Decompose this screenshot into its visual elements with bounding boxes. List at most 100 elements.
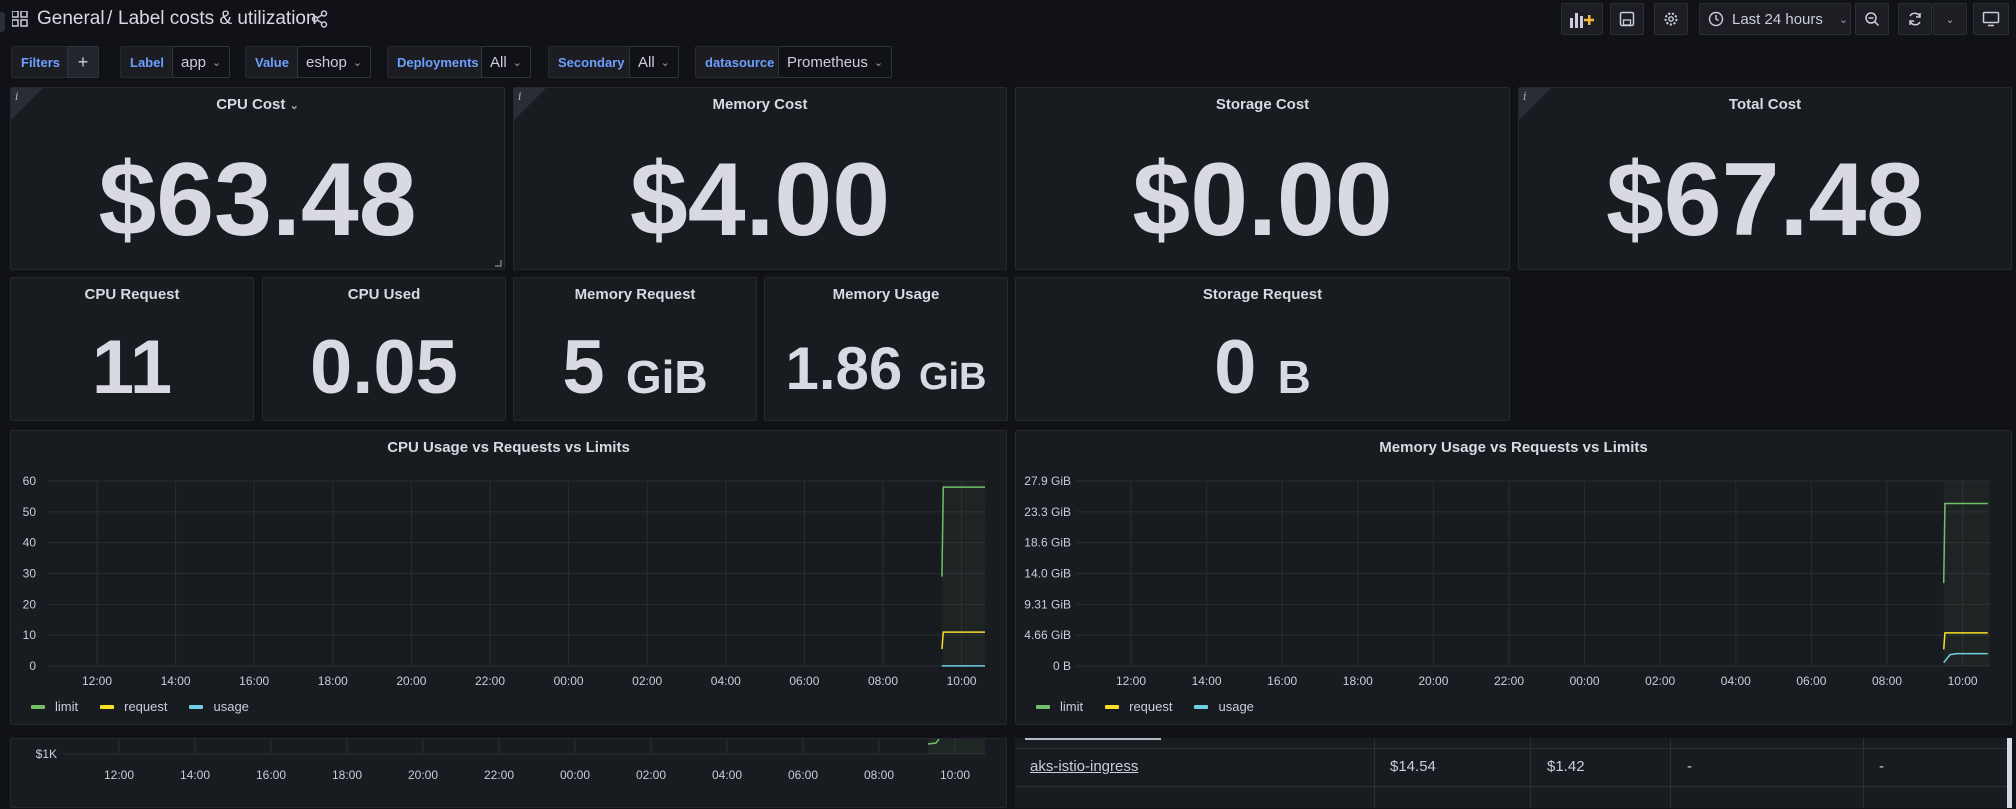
breadcrumb-folder[interactable]: General	[37, 8, 105, 30]
apps-grid-icon[interactable]	[12, 11, 28, 27]
legend-item-request[interactable]: request	[1105, 699, 1172, 714]
x-tick-label: 10:00	[1948, 674, 1978, 688]
x-tick-label: 04:00	[1721, 674, 1751, 688]
table-cell: -	[1687, 758, 1692, 775]
storage-cost-panel[interactable]: Storage Cost $0.00	[1015, 87, 1510, 270]
chart-legend: limit request usage	[31, 699, 249, 714]
variable-deployments-label: Deployments	[387, 46, 489, 78]
x-tick-label: 10:00	[940, 768, 970, 782]
panel-title[interactable]: Memory Request	[514, 286, 756, 303]
chart-fill-area	[1943, 481, 1990, 666]
legend-item-usage[interactable]: usage	[1194, 699, 1254, 714]
variable-deployments-select[interactable]: All ⌄	[481, 46, 531, 78]
monitor-icon	[1982, 11, 2000, 27]
refresh-button[interactable]	[1898, 3, 1932, 35]
legend-item-limit[interactable]: limit	[1036, 699, 1083, 714]
x-tick-label: 12:00	[82, 674, 112, 688]
panel-title[interactable]: Storage Cost	[1016, 96, 1509, 113]
dashboard-settings-button[interactable]	[1654, 3, 1688, 35]
sidebar-toggle[interactable]	[0, 12, 5, 32]
memory-usage-chart[interactable]: 0 B 4.66 GiB 9.31 GiB 14.0 GiB 18.6 GiB 23.3 …	[1016, 431, 2013, 726]
share-icon[interactable]	[311, 10, 329, 28]
memory-request-panel[interactable]: Memory Request 5 GiB	[513, 277, 757, 421]
cost-trend-chart[interactable]: $1K 12:00 14:00 16:00 18:00 20:00 22:00 00:00 02…	[11, 739, 1008, 809]
x-tick-label: 22:00	[475, 674, 505, 688]
memory-usage-chart-panel[interactable]: Memory Usage vs Requests vs Limits 0 B 4.…	[1015, 430, 2012, 725]
memory-cost-panel[interactable]: i Memory Cost $4.00	[513, 87, 1007, 270]
x-tick-label: 22:00	[484, 768, 514, 782]
x-tick-label: 22:00	[1494, 674, 1524, 688]
breadcrumb-separator: /	[107, 8, 113, 29]
x-tick-label: 00:00	[554, 674, 584, 688]
chevron-down-icon: ⌄	[289, 100, 299, 112]
dashboard-title[interactable]: Label costs & utilization	[118, 8, 317, 30]
cpu-request-value: 11	[91, 325, 173, 410]
cpu-cost-panel[interactable]: i CPU Cost ⌄ $63.48	[10, 87, 505, 270]
x-tick-label: 20:00	[396, 674, 426, 688]
y-tick-label: 27.9 GiB	[1024, 474, 1071, 488]
y-tick-label: 0 B	[1053, 659, 1071, 673]
zoom-out-button[interactable]	[1855, 3, 1889, 35]
save-dashboard-button[interactable]	[1610, 3, 1644, 35]
table-cell-name-link[interactable]: aks-istio-ingress	[1030, 758, 1138, 775]
cpu-used-panel[interactable]: CPU Used 0.05	[262, 277, 506, 421]
variable-value-select[interactable]: eshop ⌄	[297, 46, 372, 78]
save-icon	[1619, 11, 1635, 27]
gear-icon	[1664, 12, 1678, 26]
memory-request-unit: GiB	[625, 351, 708, 403]
cpu-request-panel[interactable]: CPU Request 11	[10, 277, 254, 421]
x-tick-label: 14:00	[1192, 674, 1222, 688]
chevron-down-icon: ⌄	[512, 56, 522, 69]
legend-item-request[interactable]: request	[100, 699, 167, 714]
add-filter-button[interactable]: +	[67, 46, 99, 78]
y-tick-label: 18.6 GiB	[1024, 536, 1071, 550]
panel-title[interactable]: Storage Request	[1016, 286, 1509, 303]
view-mode-button[interactable]	[1973, 3, 2009, 35]
legend-swatch	[1036, 704, 1050, 709]
x-tick-label: 12:00	[1116, 674, 1146, 688]
resize-handle-icon[interactable]	[495, 260, 502, 267]
x-tick-label: 16:00	[256, 768, 286, 782]
time-range-label: Last 24 hours	[1732, 10, 1823, 28]
legend-item-usage[interactable]: usage	[189, 699, 249, 714]
variable-secondary-select[interactable]: All ⌄	[629, 46, 679, 78]
x-tick-label: 16:00	[239, 674, 269, 688]
legend-swatch	[100, 704, 115, 709]
x-tick-label: 12:00	[104, 768, 134, 782]
variable-datasource-select[interactable]: Prometheus ⌄	[778, 46, 893, 78]
variable-datasource-value: Prometheus	[787, 53, 868, 71]
cpu-cost-value: $63.48	[98, 142, 417, 258]
cost-table-panel: aks-istio-ingress $14.54 $1.42 - -	[1015, 738, 2012, 808]
panel-title[interactable]: CPU Cost ⌄	[11, 96, 504, 113]
storage-request-panel[interactable]: Storage Request 0 B	[1015, 277, 1510, 421]
cpu-usage-chart[interactable]: 0 10 20 30 40 50 60 12:00 14:00 16:00 18:00 20:00 22…	[11, 431, 1008, 726]
y-tick-label: 40	[23, 536, 37, 550]
panel-title[interactable]: Total Cost	[1519, 96, 2011, 113]
memory-usage-unit: GiB	[918, 356, 987, 398]
legend-label: usage	[213, 699, 249, 714]
panel-title[interactable]: CPU Request	[11, 286, 253, 303]
time-picker-button[interactable]: Last 24 hours ⌄	[1699, 3, 1851, 35]
legend-item-limit[interactable]: limit	[31, 699, 78, 714]
refresh-interval-dropdown[interactable]: ⌄	[1933, 3, 1967, 35]
table-row[interactable]: aks-istio-ingress $14.54 $1.42 - -	[1015, 738, 2012, 788]
storage-cost-value: $0.00	[1132, 142, 1393, 258]
y-tick-label: 20	[23, 597, 37, 611]
chevron-down-icon: ⌄	[873, 56, 884, 69]
x-tick-label: 14:00	[180, 768, 210, 782]
variable-label-select[interactable]: app ⌄	[172, 46, 231, 78]
clock-icon	[1708, 11, 1724, 27]
x-tick-label: 18:00	[318, 674, 348, 688]
add-panel-button[interactable]	[1561, 3, 1603, 35]
cpu-usage-chart-panel[interactable]: CPU Usage vs Requests vs Limits 0 10 20 30 4…	[10, 430, 1007, 725]
total-cost-panel[interactable]: i Total Cost $67.48	[1518, 87, 2012, 270]
panel-title[interactable]: Memory Usage	[765, 286, 1007, 303]
x-tick-label: 06:00	[788, 768, 818, 782]
panel-title[interactable]: CPU Used	[263, 286, 505, 303]
memory-usage-panel[interactable]: Memory Usage 1.86 GiB	[764, 277, 1008, 421]
x-tick-label: 06:00	[1796, 674, 1826, 688]
panel-title[interactable]: Memory Cost	[514, 96, 1006, 113]
cost-trend-chart-panel[interactable]: $1K 12:00 14:00 16:00 18:00 20:00 22:00 00:00 02…	[10, 738, 1007, 808]
legend-swatch	[1105, 704, 1120, 709]
x-tick-label: 18:00	[332, 768, 362, 782]
